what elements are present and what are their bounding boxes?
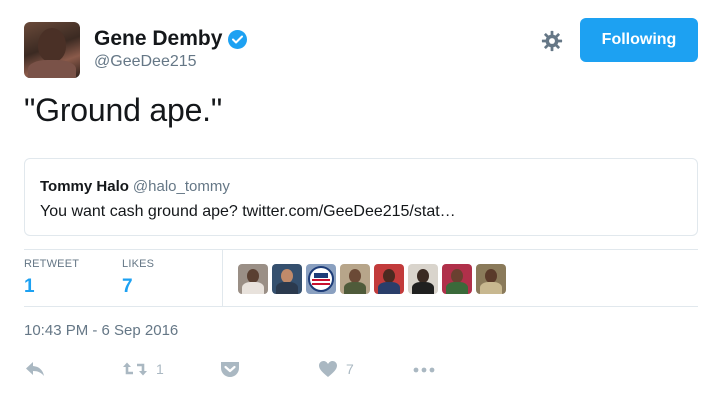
checkmark-icon bbox=[232, 35, 244, 43]
retweet-button[interactable]: 1 bbox=[122, 360, 164, 378]
heart-icon bbox=[319, 361, 337, 377]
pocket-icon bbox=[221, 362, 239, 377]
stats-vertical-divider bbox=[222, 250, 223, 306]
retweet-stat-count[interactable]: 1 bbox=[24, 276, 79, 298]
liker-avatar[interactable] bbox=[272, 264, 302, 294]
reply-icon bbox=[26, 362, 44, 376]
quoted-tweet-card[interactable]: Tommy Halo @halo_tommy You want cash grou… bbox=[24, 158, 698, 236]
more-options-button[interactable] bbox=[412, 360, 436, 378]
liker-avatars bbox=[238, 264, 506, 294]
quoted-tweet-handle: @halo_tommy bbox=[132, 178, 230, 195]
reply-button[interactable] bbox=[24, 360, 46, 378]
liker-avatar-body bbox=[242, 282, 264, 294]
like-count: 7 bbox=[346, 361, 354, 377]
liker-avatar-head bbox=[281, 269, 293, 283]
quoted-tweet-text: You want cash ground ape? twitter.com/Ge… bbox=[40, 203, 456, 220]
user-display-name[interactable]: Gene Demby bbox=[94, 27, 222, 51]
more-dots-icon bbox=[413, 367, 435, 373]
liker-avatar[interactable] bbox=[340, 264, 370, 294]
verified-badge-icon bbox=[228, 29, 248, 49]
liker-avatar-body bbox=[378, 282, 400, 294]
following-button[interactable]: Following bbox=[580, 18, 698, 62]
tweet-text: "Ground ape." bbox=[24, 92, 223, 128]
liker-avatar-head bbox=[417, 269, 429, 283]
quoted-tweet-name: Tommy Halo bbox=[40, 178, 129, 195]
usa-badge-icon bbox=[308, 266, 334, 292]
save-to-pocket-button[interactable] bbox=[220, 360, 240, 378]
likes-stat-label: LIKES bbox=[122, 258, 155, 270]
retweet-icon bbox=[123, 362, 147, 376]
liker-avatar[interactable] bbox=[476, 264, 506, 294]
liker-avatar-body bbox=[480, 282, 502, 294]
quoted-tweet-header: Tommy Halo @halo_tommy bbox=[40, 178, 230, 195]
retweet-stat[interactable]: RETWEET 1 bbox=[24, 258, 79, 298]
liker-avatar-body bbox=[412, 282, 434, 294]
liker-avatar[interactable] bbox=[238, 264, 268, 294]
user-name-row: Gene Demby bbox=[94, 27, 248, 51]
stats-bottom-divider bbox=[24, 306, 698, 307]
liker-avatar[interactable] bbox=[408, 264, 438, 294]
user-avatar[interactable] bbox=[24, 22, 80, 78]
gear-icon[interactable] bbox=[541, 30, 563, 52]
liker-avatar-body bbox=[344, 282, 366, 294]
liker-avatar[interactable] bbox=[374, 264, 404, 294]
like-button[interactable]: 7 bbox=[318, 360, 354, 378]
tweet-timestamp[interactable]: 10:43 PM - 6 Sep 2016 bbox=[24, 322, 178, 339]
stats-top-divider bbox=[24, 249, 698, 250]
liker-avatar-head bbox=[349, 269, 361, 283]
avatar-face bbox=[38, 28, 66, 62]
likes-stat-count[interactable]: 7 bbox=[122, 276, 154, 298]
retweet-count: 1 bbox=[156, 361, 164, 377]
liker-avatar-head bbox=[247, 269, 259, 283]
liker-avatar[interactable] bbox=[442, 264, 472, 294]
avatar-shirt bbox=[28, 60, 76, 78]
liker-avatar-head bbox=[383, 269, 395, 283]
liker-avatar-head bbox=[485, 269, 497, 283]
liker-avatar-body bbox=[446, 282, 468, 294]
user-handle[interactable]: @GeeDee215 bbox=[94, 53, 197, 71]
liker-avatar-body bbox=[276, 282, 298, 294]
retweet-stat-label: RETWEET bbox=[24, 258, 80, 270]
liker-avatar-head bbox=[451, 269, 463, 283]
liker-avatar[interactable] bbox=[306, 264, 336, 294]
likes-stat[interactable]: LIKES 7 bbox=[122, 258, 154, 298]
